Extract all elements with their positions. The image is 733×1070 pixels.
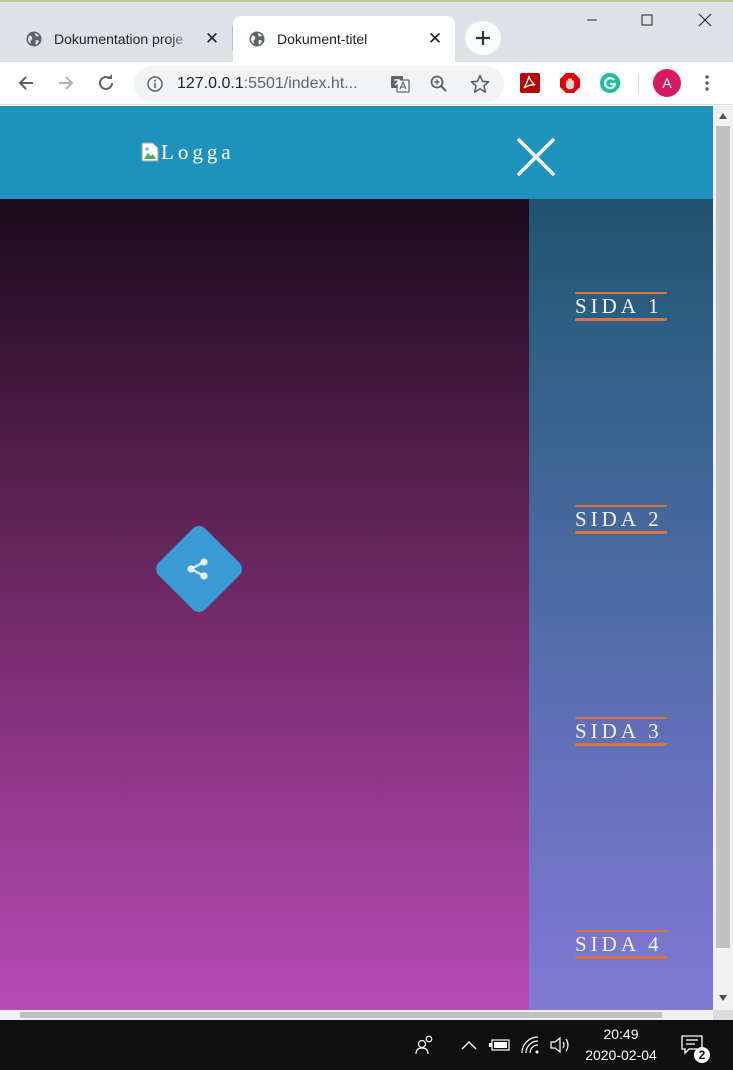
nav-link-sida-2[interactable]: SIDA 2 [575,505,667,534]
people-button[interactable] [414,1034,436,1056]
tab-dokument-titel[interactable]: Dokument-titel ✕ [233,16,455,62]
battery-icon [489,1039,510,1051]
browser-menu-button[interactable] [696,72,718,94]
stop-hand-icon [560,73,580,93]
adblock-extension-button[interactable] [559,72,581,94]
horizontal-scrollbar[interactable] [0,1010,713,1020]
plus-icon [476,31,490,45]
vertical-scroll-thumb[interactable] [716,126,730,948]
scroll-up-icon[interactable] [719,113,727,119]
arrow-left-icon [18,76,33,90]
chevron-up-icon [461,1041,477,1050]
reload-button[interactable] [95,72,117,94]
close-window-button[interactable] [691,8,719,32]
grammarly-icon [600,73,620,93]
notification-count-badge: 2 [694,1047,710,1063]
nav-link-sida-3[interactable]: SIDA 3 [575,717,667,746]
address-bar[interactable]: 127.0.0.1:5501/index.ht... [134,66,504,102]
logo-alt-text: Logga [161,139,235,164]
pdf-extension-button[interactable] [519,72,541,94]
speaker-icon [550,1036,569,1054]
clock-time: 20:49 [603,1026,639,1042]
minimize-icon [587,19,597,21]
star-icon[interactable] [470,74,490,94]
people-icon [415,1035,433,1055]
share-icon [187,558,208,580]
tab-close-icon[interactable]: ✕ [427,29,443,48]
maximize-button[interactable] [633,8,661,32]
close-icon [698,13,712,27]
tab-close-icon[interactable]: ✕ [204,29,220,48]
titlebar-accent [0,0,733,2]
minimize-button[interactable] [578,8,606,32]
new-tab-button[interactable] [465,21,501,55]
volume-button[interactable] [549,1034,571,1056]
tab-documentation[interactable]: Dokumentation proje ✕ [10,16,232,62]
site-header: Logga [0,106,713,199]
browser-titlebar: Dokumentation proje ✕ Dokument-titel ✕ [0,0,733,62]
hero-section [0,199,529,1010]
nav-link-sida-1[interactable]: SIDA 1 [575,292,667,321]
translate-icon[interactable] [390,74,410,94]
clock-date: 2020-02-04 [585,1047,657,1063]
tab-title: Dokument-titel [277,31,368,47]
grammarly-extension-button[interactable] [599,72,621,94]
globe-icon [26,31,42,47]
arrow-right-icon [59,76,74,90]
taskbar-clock[interactable]: 20:49 2020-02-04 [578,1024,664,1066]
scrollbar-corner [713,1010,733,1020]
close-menu-button[interactable] [514,135,558,179]
broken-image-icon [141,142,159,162]
forward-button[interactable] [55,72,77,94]
reload-icon [99,74,113,90]
url-path: :5501/index.ht... [243,75,358,92]
side-nav: SIDA 1 SIDA 2 SIDA 3 SIDA 4 [529,199,713,1010]
network-button[interactable] [520,1034,542,1056]
windows-taskbar: 20:49 2020-02-04 2 [0,1020,733,1070]
close-icon [517,138,555,176]
vertical-scrollbar[interactable] [713,106,733,1010]
url-host: 127.0.0.1 [177,75,244,92]
tab-title: Dokumentation proje [54,31,184,47]
info-icon[interactable] [147,76,163,92]
logo[interactable]: Logga [141,140,235,164]
zoom-icon[interactable] [430,75,448,93]
show-hidden-icons-button[interactable] [458,1034,480,1056]
url-text[interactable]: 127.0.0.1:5501/index.ht... [177,75,358,93]
browser-toolbar: 127.0.0.1:5501/index.ht... A [0,62,733,105]
acrobat-icon [520,73,540,93]
profile-avatar[interactable]: A [653,69,681,97]
maximize-icon [641,14,653,26]
nav-link-sida-4[interactable]: SIDA 4 [575,930,667,959]
globe-icon [249,31,265,47]
back-button[interactable] [15,72,37,94]
wifi-icon [521,1036,539,1054]
toolbar-separator [638,73,639,95]
battery-button[interactable] [489,1034,511,1056]
horizontal-scroll-thumb[interactable] [20,1012,662,1018]
page-viewport: Logga SIDA 1 SIDA 2 SIDA 3 SIDA 4 [0,106,713,1010]
scroll-down-icon[interactable] [719,995,727,1001]
kebab-menu-icon [705,75,709,91]
